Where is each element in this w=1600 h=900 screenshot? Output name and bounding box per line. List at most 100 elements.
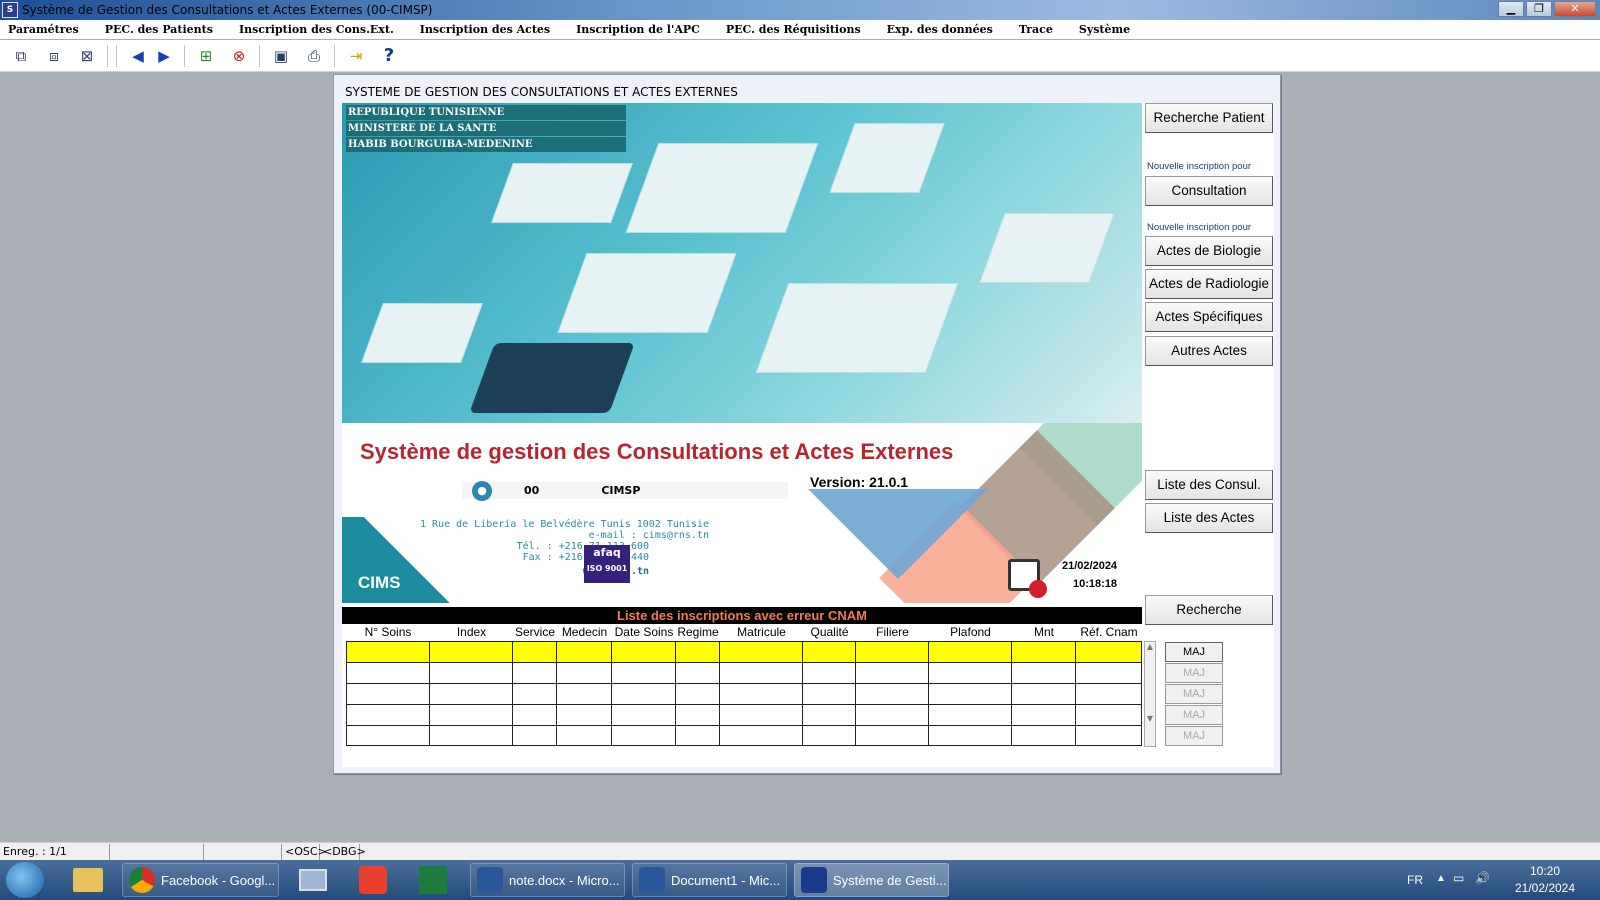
taskbar-item-chrome[interactable]: Facebook - Googl... (122, 863, 279, 897)
menu-inscription-actes[interactable]: Inscription des Actes (420, 23, 550, 36)
maj-button[interactable]: MAJ (1165, 726, 1223, 746)
anydesk-icon[interactable] (345, 863, 401, 897)
close-button[interactable]: ✕ (1554, 1, 1596, 17)
iso-block (491, 163, 633, 223)
col-qualite-ass: Qualité Ass. (810, 625, 849, 656)
excel-icon[interactable] (405, 863, 461, 897)
restore-button[interactable]: ❐ (1526, 1, 1552, 17)
exit-icon[interactable]: ⇥ (344, 44, 368, 68)
menu-systeme[interactable]: Système (1079, 23, 1130, 36)
app-icon: S (2, 2, 18, 18)
maj-button[interactable]: MAJ (1165, 642, 1223, 662)
menu-inscription-cons[interactable]: Inscription des Cons.Ext. (239, 23, 394, 36)
minimize-button[interactable]: ▁ (1498, 1, 1524, 17)
current-time: 10:18:18 (1073, 578, 1118, 590)
recherche-patient-button[interactable]: Recherche Patient (1145, 103, 1273, 133)
user-code: 00 (524, 484, 540, 497)
osc-indicator: <OSC> (282, 843, 327, 860)
grid-rows (346, 641, 1142, 746)
main-panel: SYSTEME DE GESTION DES CONSULTATIONS ET … (333, 74, 1281, 774)
clock[interactable]: 10:20 21/02/2024 (1510, 863, 1580, 897)
table-row[interactable] (346, 641, 1142, 662)
next-record-icon[interactable]: ▶ (152, 44, 176, 68)
user-line: ● 00 CIMSP (462, 480, 788, 501)
menu-exp-donnees[interactable]: Exp. des données (887, 23, 993, 36)
menu-trace[interactable]: Trace (1019, 23, 1053, 36)
start-button[interactable] (6, 862, 44, 898)
col-index: Index (456, 625, 487, 639)
table-row[interactable] (346, 704, 1142, 725)
panel-inner: REPUBLIQUE TUNISIENNE MINISTERE DE LA SA… (342, 103, 1274, 767)
cims-logo-text: CIMS (358, 573, 401, 592)
cnam-error-grid-title: Liste des inscriptions avec erreur CNAM (342, 607, 1142, 624)
hospital-illustration: REPUBLIQUE TUNISIENNE MINISTERE DE LA SA… (342, 103, 1142, 423)
record-indicator: Enreg. : 1/1 (0, 843, 110, 860)
col-plafond: Plafond (950, 625, 991, 639)
window-title: Système de Gestion des Consultations et … (22, 3, 433, 17)
col-mnt: Mnt (1033, 625, 1054, 639)
actes-specifiques-button[interactable]: Actes Spécifiques (1145, 302, 1273, 332)
network-icon[interactable]: ▭ (1453, 871, 1464, 885)
dbg-indicator: <DBG> (320, 843, 366, 860)
menu-pec-patients[interactable]: PEC. des Patients (105, 23, 213, 36)
menu-parametres[interactable]: Paramétres (8, 23, 79, 36)
menu-pec-requisitions[interactable]: PEC. des Réquisitions (726, 23, 861, 36)
cancel-query-icon[interactable]: ⊠ (75, 44, 99, 68)
maj-button[interactable]: MAJ (1165, 705, 1223, 725)
new-inscription-note: Nouvelle inscription pour (1147, 161, 1252, 172)
table-row[interactable] (346, 683, 1142, 704)
query-icon[interactable]: ⧉ (9, 44, 33, 68)
iso-block (625, 143, 819, 233)
show-hidden-icons-icon[interactable]: ▲ (1436, 873, 1446, 884)
col-filiere: Filiere (876, 625, 909, 639)
clock-date: 21/02/2024 (1514, 881, 1576, 895)
grid-scrollbar[interactable]: ▲ ▼ (1144, 641, 1156, 747)
iso-block (829, 123, 945, 193)
panel-title: SYSTEME DE GESTION DES CONSULTATIONS ET … (345, 85, 738, 99)
col-n-soins: N° Soins (364, 625, 412, 639)
insert-record-icon[interactable]: ⊞ (194, 44, 218, 68)
status-bar: Enreg. : 1/1 <OSC> <DBG> (0, 842, 1600, 860)
recherche-button[interactable]: Recherche (1145, 595, 1273, 625)
delete-record-icon[interactable]: ⊗ (227, 44, 251, 68)
iso-block (557, 253, 737, 333)
table-row[interactable] (346, 662, 1142, 683)
afaq-logo: afaq ISO 9001 (584, 545, 630, 583)
maj-button[interactable]: MAJ (1165, 684, 1223, 704)
save-icon[interactable]: ▣ (269, 44, 293, 68)
taskbar: Facebook - Googl... note.docx - Micro...… (0, 860, 1600, 900)
ministry-line-2: MINISTERE DE LA SANTE (346, 121, 626, 136)
taskbar-item-word-note[interactable]: note.docx - Micro... (470, 863, 625, 897)
app-title: Système de gestion des Consultations et … (360, 439, 954, 464)
current-date: 21/02/2024 (1062, 560, 1118, 572)
liste-consul-button[interactable]: Liste des Consul. (1145, 470, 1273, 500)
table-row[interactable] (346, 725, 1142, 746)
version-number: 21.0.1 (869, 474, 909, 490)
volume-icon[interactable]: 🔊 (1475, 871, 1490, 885)
language-indicator[interactable]: FR (1407, 873, 1423, 887)
menu-inscription-apc[interactable]: Inscription de l'APC (576, 23, 700, 36)
version: Version: 21.0.1 (810, 474, 909, 490)
col-ref-cnam: Réf. Cnam (1080, 625, 1138, 639)
liste-actes-button[interactable]: Liste des Actes (1145, 503, 1273, 533)
help-icon[interactable]: ? (377, 44, 401, 68)
maj-button[interactable]: MAJ (1165, 663, 1223, 683)
iso-block (755, 283, 959, 373)
query-exec-icon[interactable]: ⧈ (42, 44, 66, 68)
taskbar-item-word-document1[interactable]: Document1 - Mic... (632, 863, 787, 897)
toolbar: ⧉ ⧈ ⊠ ◀ ▶ ⊞ ⊗ ▣ ⎙ ⇥ ? (0, 40, 1600, 72)
print-icon[interactable]: ⎙ (302, 44, 326, 68)
explorer-icon[interactable] (60, 863, 116, 897)
consultation-button[interactable]: Consultation (1145, 176, 1273, 206)
taskbar-item-systeme-gestion[interactable]: Système de Gesti... (794, 863, 949, 897)
col-medecin: Medecin (561, 625, 608, 639)
autres-actes-button[interactable]: Autres Actes (1145, 336, 1273, 366)
col-date-soins: Date Soins (614, 625, 674, 639)
ministry-line-3: HABIB BOURGUIBA-MEDENINE (346, 137, 626, 152)
actes-biologie-button[interactable]: Actes de Biologie (1145, 236, 1273, 266)
remote-desktop-icon[interactable] (285, 863, 341, 897)
previous-record-icon[interactable]: ◀ (126, 44, 150, 68)
actes-radiologie-button[interactable]: Actes de Radiologie (1145, 269, 1273, 299)
datetime: 21/02/2024 10:18:18 (1062, 557, 1117, 593)
user-icon: ● (472, 480, 492, 501)
